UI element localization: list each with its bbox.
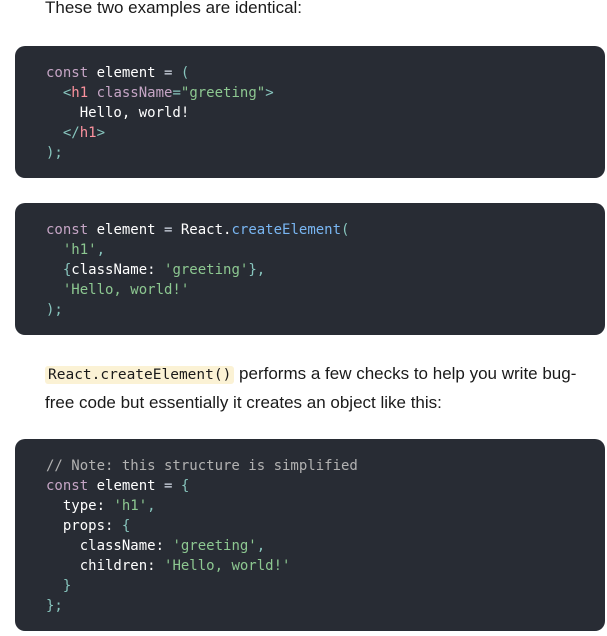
code-keyword: const (46, 65, 89, 81)
code-line: {className: 'greeting'}, (46, 260, 605, 280)
code-line: // Note: this structure is simplified (46, 456, 605, 476)
code-tag: h1 (79, 125, 97, 141)
code-keyword: const (46, 222, 89, 238)
code-punctuation: = (172, 85, 181, 101)
explanation-paragraph: React.createElement() performs a few che… (45, 360, 590, 416)
code-punctuation: , (256, 538, 266, 554)
code-line: const element = ( (46, 63, 605, 83)
code-identifier: React. (172, 222, 232, 238)
code-identifier: element (88, 478, 165, 494)
code-string: 'Hello, world!' (62, 282, 190, 298)
code-keyword: const (46, 478, 89, 494)
code-string: 'h1' (62, 242, 97, 258)
code-line: ); (46, 143, 605, 163)
code-line: children: 'Hello, world!' (46, 556, 605, 576)
code-block-jsx-example: const element = ( <h1 className="greetin… (15, 46, 605, 178)
code-line: }; (46, 596, 605, 616)
code-punctuation: </ (62, 125, 80, 141)
code-line: Hello, world! (46, 103, 605, 123)
code-string: 'greeting' (172, 538, 257, 554)
code-line: const element = { (46, 476, 605, 496)
code-identifier: element (88, 65, 165, 81)
code-block-create-element-example: const element = React.createElement( 'h1… (15, 203, 605, 335)
code-punctuation: ( (172, 65, 190, 81)
code-line: 'Hello, world!' (46, 280, 605, 300)
code-punctuation: , (147, 498, 156, 514)
code-line: 'h1', (46, 240, 605, 260)
code-punctuation: } (46, 578, 72, 594)
code-identifier: element (88, 222, 165, 238)
code-line: const element = React.createElement( (46, 220, 605, 240)
code-identifier: className: (71, 262, 165, 278)
code-punctuation: { (172, 478, 190, 494)
code-identifier: type: (46, 498, 114, 514)
code-punctuation: ); (46, 302, 63, 318)
code-punctuation: }, (248, 262, 266, 278)
code-line: } (46, 576, 605, 596)
code-line: type: 'h1', (46, 496, 605, 516)
code-punctuation: ( (341, 222, 350, 238)
code-line: <h1 className="greeting"> (46, 83, 605, 103)
code-tag: h1 (71, 85, 89, 101)
code-line: className: 'greeting', (46, 536, 605, 556)
code-identifier: className: (46, 538, 173, 554)
code-identifier: props: (46, 518, 122, 534)
intro-text: These two examples are identical: (45, 0, 303, 17)
code-function: createElement (231, 222, 342, 238)
code-punctuation: ); (46, 145, 63, 161)
code-string: "greeting" (180, 85, 266, 101)
code-line: </h1> (46, 123, 605, 143)
inline-code: React.createElement() (45, 366, 235, 384)
code-block-object-example: // Note: this structure is simplified con… (15, 439, 605, 631)
code-line: ); (46, 300, 605, 320)
code-string: 'greeting' (164, 262, 249, 278)
code-string: 'Hello, world!' (164, 558, 291, 574)
code-punctuation: , (96, 242, 106, 258)
code-comment: // Note: this structure is simplified (46, 458, 358, 474)
code-line: props: { (46, 516, 605, 536)
code-identifier: children: (46, 558, 165, 574)
code-attribute: className (88, 85, 173, 101)
code-punctuation: }; (46, 598, 63, 614)
code-punctuation: { (121, 518, 131, 534)
code-punctuation: > (265, 85, 274, 101)
code-text: Hello, world! (46, 105, 190, 121)
code-string: 'h1' (113, 498, 148, 514)
code-punctuation: > (96, 125, 106, 141)
